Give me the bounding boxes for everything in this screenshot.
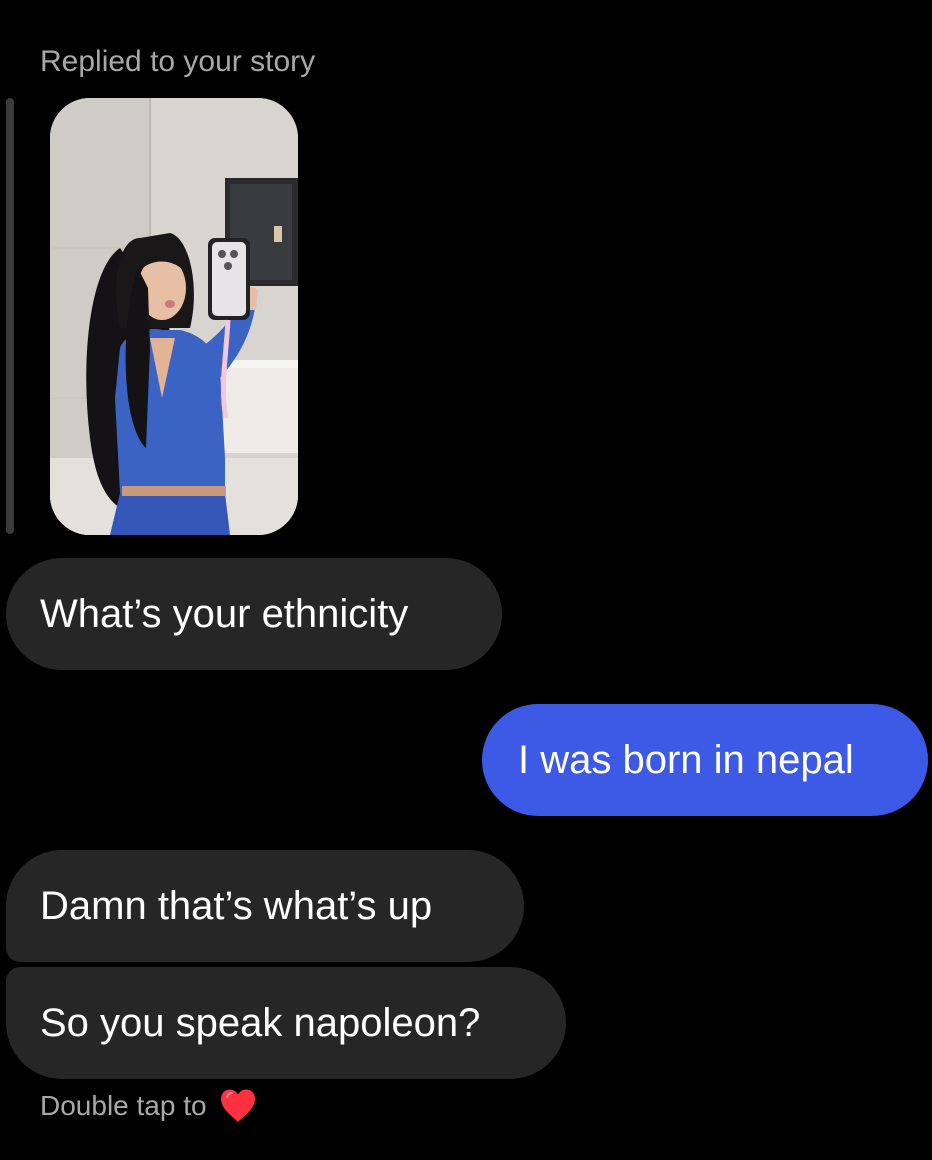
message-bubble-received[interactable]: So you speak napoleon? — [6, 967, 566, 1079]
message-text: Damn that’s what’s up — [40, 883, 433, 928]
message-text: So you speak napoleon? — [40, 1000, 481, 1045]
double-tap-hint-text: Double tap to — [40, 1090, 207, 1121]
story-thumbnail[interactable] — [50, 98, 298, 535]
message-text: What’s your ethnicity — [40, 591, 409, 636]
reply-indicator-bar — [6, 98, 14, 534]
message-text: I was born in nepal — [518, 737, 854, 782]
message-bubble-received[interactable]: What’s your ethnicity — [6, 558, 502, 670]
heart-icon — [220, 1089, 255, 1122]
reply-context-label: Replied to your story — [40, 45, 316, 78]
message-bubble-received[interactable]: Damn that’s what’s up — [6, 850, 524, 962]
double-tap-hint: Double tap to — [40, 1088, 257, 1124]
message-bubble-sent[interactable]: I was born in nepal — [482, 704, 928, 816]
story-photo-image — [50, 98, 298, 535]
